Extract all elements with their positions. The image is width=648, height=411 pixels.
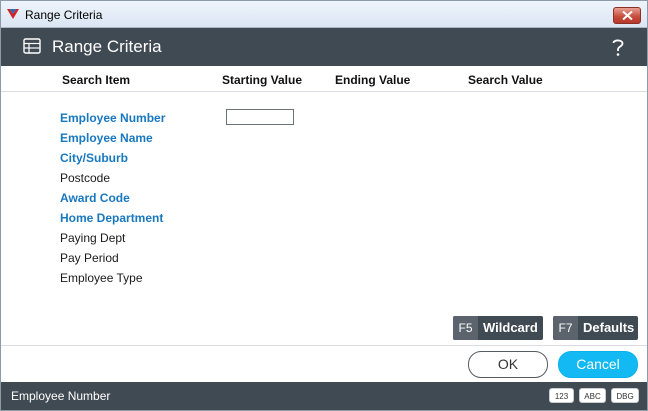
- debug-mode-badge[interactable]: DBG: [611, 388, 639, 403]
- wildcard-button[interactable]: F5 Wildcard: [453, 316, 543, 340]
- table-icon: [23, 38, 41, 54]
- search-item-pay-period: Pay Period: [60, 251, 119, 265]
- wildcard-key: F5: [453, 316, 478, 340]
- wildcard-label: Wildcard: [483, 320, 538, 335]
- range-criteria-window: Range Criteria Range Criteria Search Ite…: [0, 0, 648, 411]
- numeric-mode-badge[interactable]: 123: [549, 388, 574, 403]
- defaults-label: Defaults: [583, 320, 635, 335]
- starting-value-input[interactable]: [226, 109, 294, 125]
- search-item-award-code[interactable]: Award Code: [60, 191, 130, 205]
- help-icon[interactable]: [611, 37, 625, 57]
- status-text: Employee Number: [11, 389, 111, 403]
- search-item-paying-dept: Paying Dept: [60, 231, 126, 245]
- search-item-employee-name[interactable]: Employee Name: [60, 131, 153, 145]
- footer-divider: [1, 345, 647, 346]
- window-close-button[interactable]: [613, 7, 641, 24]
- page-title: Range Criteria: [52, 37, 162, 56]
- column-header-search-item: Search Item: [62, 73, 131, 87]
- column-header-search-value: Search Value: [468, 73, 543, 87]
- column-header-ending-value: Ending Value: [335, 73, 411, 87]
- header-divider: [1, 91, 647, 92]
- search-item-employee-type: Employee Type: [60, 271, 143, 285]
- column-header-starting-value: Starting Value: [222, 73, 303, 87]
- close-icon: [622, 11, 633, 20]
- cancel-button[interactable]: Cancel: [558, 351, 638, 378]
- alpha-mode-badge[interactable]: ABC: [579, 388, 606, 403]
- ok-button[interactable]: OK: [468, 351, 548, 378]
- window-titlebar[interactable]: Range Criteria: [1, 1, 647, 28]
- status-bar: Employee Number 123 ABC DBG: [1, 382, 647, 410]
- dialog-header: Range Criteria: [1, 28, 647, 66]
- window-title: Range Criteria: [25, 8, 103, 22]
- search-item-city-suburb[interactable]: City/Suburb: [60, 151, 128, 165]
- defaults-button[interactable]: F7 Defaults: [553, 316, 638, 340]
- app-logo-icon: [7, 9, 19, 19]
- search-item-home-department[interactable]: Home Department: [60, 211, 163, 225]
- defaults-key: F7: [553, 316, 578, 340]
- search-item-employee-number[interactable]: Employee Number: [60, 111, 165, 125]
- search-item-postcode: Postcode: [60, 171, 111, 185]
